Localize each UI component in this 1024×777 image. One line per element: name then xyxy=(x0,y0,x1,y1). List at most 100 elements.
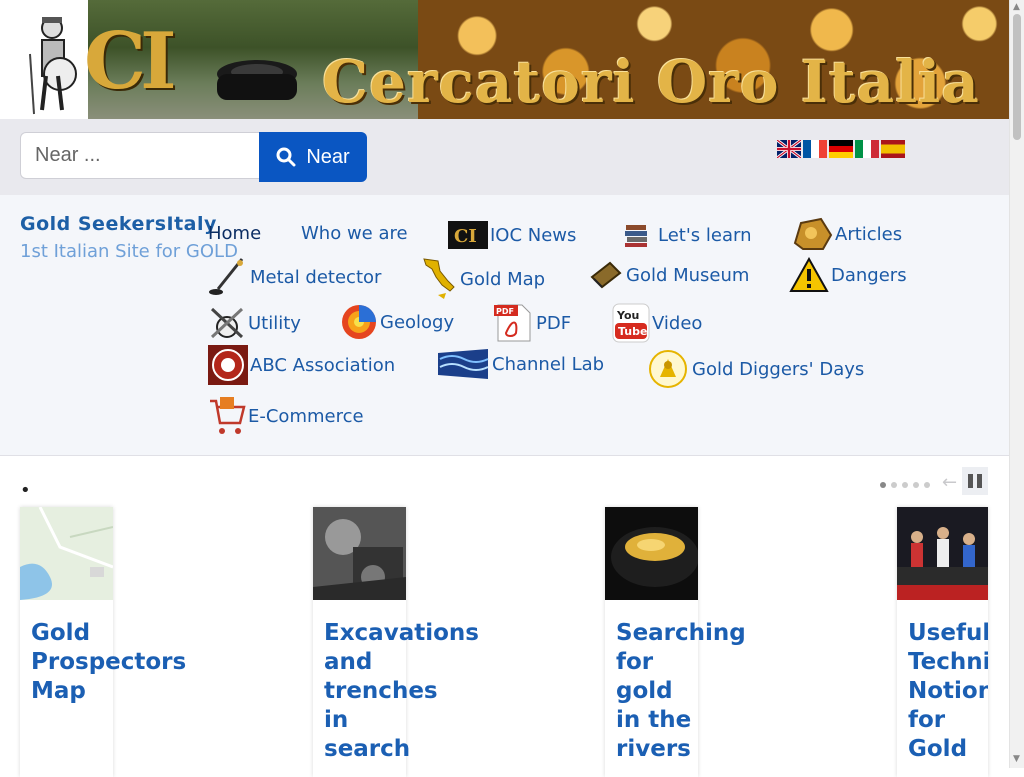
near-search-button[interactable]: Near xyxy=(259,132,367,182)
books-icon xyxy=(625,225,647,247)
excavation-photo-thumbnail xyxy=(313,507,406,600)
search-icon xyxy=(276,147,296,167)
nav-articles-label: Articles xyxy=(835,223,903,245)
nav-who-we-are-label: Who we are xyxy=(301,223,408,244)
warning-icon xyxy=(789,257,829,292)
search-bar-area: Near xyxy=(0,119,1009,195)
carousel-prev-arrow-icon[interactable]: ← xyxy=(942,472,957,493)
nav-e-commerce-label: E-Commerce xyxy=(248,405,364,427)
channel-lab-icon xyxy=(438,349,489,379)
card-title[interactable]: Gold Prospectors Map xyxy=(31,619,231,706)
site-logo: CI xyxy=(84,16,177,107)
nav-video-label: Video xyxy=(652,312,703,334)
page-scrollbar[interactable]: ▲ ▼ xyxy=(1009,0,1024,768)
card-title[interactable]: Useful Technic Notions for Gold xyxy=(908,619,988,764)
banner-left-panel xyxy=(0,0,88,119)
banner-title: Cercatori Oro Italia xyxy=(322,48,980,116)
nav-geology[interactable]: Geology xyxy=(340,303,454,341)
youtube-icon: You Tube xyxy=(612,303,650,343)
pause-bar xyxy=(968,474,973,488)
france-flag-icon[interactable] xyxy=(803,140,827,158)
carousel-marker: • xyxy=(20,480,31,501)
carousel-dot[interactable] xyxy=(902,482,908,488)
gold-pan-icon xyxy=(217,60,297,100)
carousel-pagination[interactable] xyxy=(880,482,930,488)
svg-text:PDF: PDF xyxy=(496,307,514,316)
earth-core-icon xyxy=(342,305,376,339)
germany-flag-icon[interactable] xyxy=(829,140,853,158)
header-banner[interactable]: CI Cercatori Oro Italia xyxy=(0,0,1009,119)
main-navigation: Gold SeekersItaly 1st Italian Site for G… xyxy=(0,195,1009,456)
nav-abc-association[interactable]: ABC Association xyxy=(208,345,395,385)
card-title[interactable]: Searching for gold in the rivers xyxy=(616,619,816,764)
nav-who-we-are[interactable]: Who we are xyxy=(301,223,408,244)
nav-articles[interactable]: Articles xyxy=(791,215,902,253)
utility-tools-icon xyxy=(210,307,244,339)
article-card[interactable]: Useful Technic Notions for Gold xyxy=(897,507,988,777)
nav-gold-museum-label: Gold Museum xyxy=(626,264,750,286)
uk-flag-icon[interactable] xyxy=(777,140,801,158)
shopping-cart-icon xyxy=(210,397,246,434)
nav-pdf-label: PDF xyxy=(536,312,572,334)
carousel-dot[interactable] xyxy=(924,482,930,488)
scroll-up-arrow-icon[interactable]: ▲ xyxy=(1013,2,1020,12)
nav-gold-diggers-days-label: Gold Diggers' Days xyxy=(692,358,865,380)
article-card[interactable]: Searching for gold in the rivers xyxy=(605,507,746,777)
article-card[interactable]: Excavations and trenches in search xyxy=(313,507,479,777)
scroll-thumb[interactable] xyxy=(1013,14,1021,140)
nav-pdf[interactable]: PDF PDF xyxy=(494,303,571,343)
nav-dangers[interactable]: Dangers xyxy=(789,257,907,293)
nav-gold-map[interactable]: Gold Map xyxy=(418,255,545,303)
nav-lets-learn-label: Let's learn xyxy=(658,224,752,246)
italy-flag-icon[interactable] xyxy=(855,140,879,158)
nav-gold-museum[interactable]: Gold Museum xyxy=(588,257,749,293)
svg-text:You: You xyxy=(616,309,639,322)
article-card[interactable]: Gold Prospectors Map xyxy=(20,507,186,777)
pdf-icon: PDF xyxy=(494,304,531,342)
ioc-logo-icon: CI xyxy=(448,221,488,249)
svg-text:Tube: Tube xyxy=(618,325,647,338)
nav-gold-map-label: Gold Map xyxy=(460,268,546,290)
nav-metal-detector-label: Metal detector xyxy=(250,266,382,288)
card-title[interactable]: Excavations and trenches in search xyxy=(324,619,524,764)
svg-text:CI: CI xyxy=(454,226,477,247)
scroll-down-arrow-icon[interactable]: ▼ xyxy=(1013,754,1020,764)
carousel-dot[interactable] xyxy=(913,482,919,488)
abc-association-logo-icon xyxy=(208,345,248,385)
search-button-label: Near xyxy=(306,145,350,168)
nav-metal-detector[interactable]: Metal detector xyxy=(208,257,381,297)
carousel-dot[interactable] xyxy=(891,482,897,488)
nav-e-commerce[interactable]: E-Commerce xyxy=(208,395,364,437)
nav-channel-lab[interactable]: Channel Lab xyxy=(436,345,604,383)
nav-lets-learn[interactable]: Let's learn xyxy=(622,221,752,249)
nav-utility[interactable]: Utility xyxy=(208,305,301,341)
competition-photo-thumbnail xyxy=(897,507,988,600)
brand-title[interactable]: Gold SeekersItaly xyxy=(20,213,217,235)
language-selector xyxy=(777,140,905,158)
nav-gold-diggers-days[interactable]: Gold Diggers' Days xyxy=(648,349,864,389)
nav-dangers-label: Dangers xyxy=(831,264,907,286)
gold-nugget-icon xyxy=(793,217,833,250)
gold-pan-photo-thumbnail xyxy=(605,507,698,600)
museum-book-icon xyxy=(590,261,622,289)
italy-map-icon xyxy=(423,258,455,299)
nav-channel-lab-label: Channel Lab xyxy=(492,353,605,375)
gold-miner-drawing-icon xyxy=(29,17,77,115)
nav-geology-label: Geology xyxy=(380,311,455,333)
carousel-dot[interactable] xyxy=(880,482,886,488)
spain-flag-icon[interactable] xyxy=(881,140,905,158)
brand-subtitle: 1st Italian Site for GOLD xyxy=(20,241,238,262)
nav-ioc-news-label: IOC News xyxy=(490,224,577,246)
nav-ioc-news[interactable]: CI IOC News xyxy=(448,221,576,249)
nav-utility-label: Utility xyxy=(248,312,301,334)
nav-video[interactable]: You Tube Video xyxy=(612,303,702,343)
pause-bar xyxy=(977,474,982,488)
nav-abc-association-label: ABC Association xyxy=(250,354,396,376)
metal-detector-icon xyxy=(209,258,244,295)
carousel-pause-button[interactable] xyxy=(962,467,988,495)
search-input[interactable] xyxy=(20,132,260,179)
map-thumbnail xyxy=(20,507,113,600)
nav-home-label: Home xyxy=(208,223,262,244)
gold-diggers-days-logo-icon xyxy=(649,350,687,388)
nav-home[interactable]: Home xyxy=(208,223,261,244)
